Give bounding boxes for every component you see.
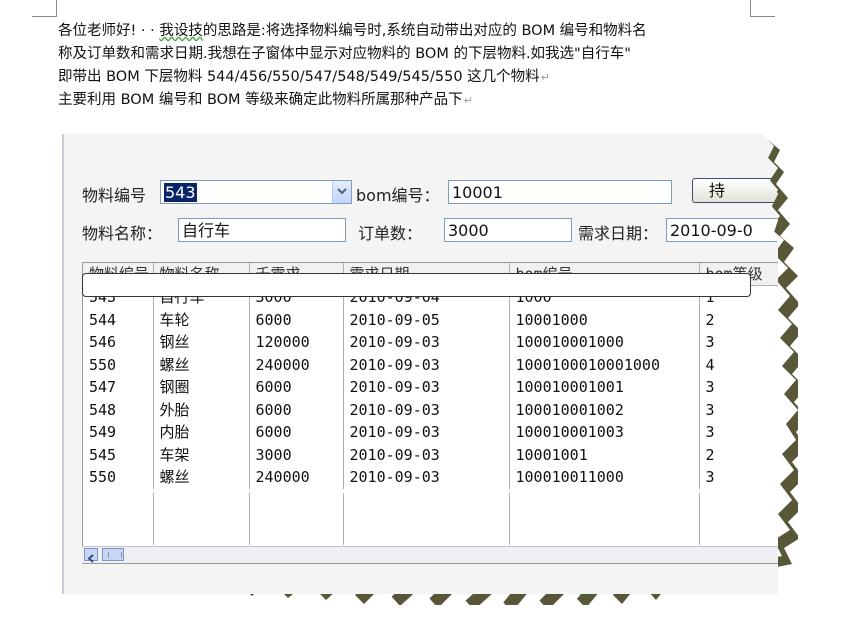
doc-line-2: 称及订单数和需求日期.我想在子窗体中显示对应物料的 BOM 的下层物料.如我选"… (58, 46, 631, 62)
cell[interactable]: 3 (699, 399, 778, 422)
due-date-field[interactable]: 2010-09-0 (666, 218, 778, 242)
cell[interactable]: 钢丝 (153, 331, 250, 354)
bom-no-field[interactable]: 10001 (448, 180, 672, 204)
cell[interactable]: 6000 (249, 376, 344, 399)
doc-text-greeting: 各位老师好! (58, 23, 137, 39)
cell[interactable]: 2 (699, 309, 778, 332)
cell[interactable]: 545 (83, 443, 154, 466)
cell[interactable]: 2010-09-03 (343, 421, 510, 444)
table-row[interactable]: 547 钢圈 6000 2010-09-03 100010001001 3 (83, 376, 778, 399)
doc-text-line1-rest: 的思路是:将选择物料编号时,系统自动带出对应的 BOM 编号和物料名 (202, 23, 647, 39)
doc-line-1: 各位老师好! · · 我设技的思路是:将选择物料编号时,系统自动带出对应的 BO… (58, 23, 647, 39)
cell[interactable]: 549 (83, 421, 154, 444)
cell[interactable]: 3 (699, 421, 778, 444)
document-body[interactable]: 各位老师好! · · 我设技的思路是:将选择物料编号时,系统自动带出对应的 BO… (58, 20, 758, 112)
cell[interactable]: 550 (83, 353, 154, 376)
cell[interactable]: 240000 (249, 466, 344, 489)
cell[interactable]: 6000 (249, 308, 344, 331)
column-divider (153, 493, 154, 545)
cell[interactable]: 100010001002 (509, 398, 700, 421)
paragraph-mark-icon: ↵ (463, 94, 473, 107)
doc-line-4: 主要利用 BOM 编号和 BOM 等级来确定此物料所属那种产品下↵ (58, 89, 758, 112)
form-window[interactable]: 物料编号 543 bom编号： 10001 持 物料名称： 自行车 订单数： 3… (62, 134, 778, 594)
material-name-field[interactable]: 自行车 (178, 218, 346, 242)
table-row[interactable]: 550 螺丝 240000 2010-09-03 1000100010001000 4 (83, 353, 778, 377)
cell[interactable]: 100010001003 (509, 421, 700, 444)
arrow-left-icon[interactable] (84, 548, 98, 563)
cell[interactable]: 547 (83, 376, 154, 399)
order-qty-field[interactable]: 3000 (444, 218, 572, 242)
table-row[interactable]: 545 车架 3000 2010-09-03 10001001 2 (83, 443, 778, 467)
column-divider (699, 493, 700, 545)
cell[interactable]: 100010011000 (509, 466, 700, 489)
column-divider (343, 493, 344, 545)
cell[interactable]: 2010-09-03 (343, 376, 510, 399)
cell[interactable]: 6000 (249, 398, 344, 421)
embedded-form-screenshot[interactable]: 物料编号 543 bom编号： 10001 持 物料名称： 自行车 订单数： 3… (58, 130, 798, 605)
scroll-thumb-icon[interactable] (102, 548, 124, 561)
material-no-label: 物料编号 (82, 186, 147, 205)
material-no-combobox[interactable]: 543 (160, 180, 352, 204)
overlay-rounded-bar (82, 273, 751, 297)
chevron-down-icon[interactable] (332, 181, 351, 203)
cell[interactable]: 内胎 (153, 421, 250, 444)
cell[interactable]: 550 (83, 466, 154, 489)
action-button[interactable]: 持 (692, 178, 778, 203)
cell[interactable]: 4 (699, 354, 778, 377)
cell[interactable]: 240000 (249, 353, 344, 376)
cell[interactable]: 2010-09-03 (343, 466, 510, 489)
cell[interactable]: 544 (83, 308, 154, 331)
cell[interactable]: 6000 (249, 421, 344, 444)
cell[interactable]: 外胎 (153, 398, 250, 421)
cell[interactable]: 546 (83, 331, 154, 354)
bom-no-label: bom编号： (356, 186, 440, 205)
cell[interactable]: 2010-09-03 (343, 353, 510, 376)
table-row[interactable]: 544 车轮 6000 2010-09-05 10001000 2 (83, 308, 778, 332)
order-qty-label: 订单数： (358, 224, 423, 243)
cell[interactable]: 3 (699, 331, 778, 354)
cell[interactable]: 2 (699, 444, 778, 467)
table-row[interactable]: 546 钢丝 120000 2010-09-03 100010001000 3 (83, 331, 778, 354)
cell[interactable]: 2010-09-05 (343, 308, 510, 331)
cell[interactable]: 钢圈 (153, 376, 250, 399)
cell[interactable]: 100010001001 (509, 376, 700, 399)
page-corner-marker-right (750, 0, 775, 17)
material-no-value: 543 (164, 183, 197, 202)
page-corner-marker-left (32, 0, 57, 17)
cell[interactable]: 车轮 (153, 308, 250, 331)
paragraph-mark-icon: ↵ (540, 71, 550, 84)
cell[interactable]: 3000 (249, 443, 344, 466)
doc-text-spellcheck: 我设技 (159, 23, 203, 39)
cell[interactable]: 10001000 (509, 308, 700, 331)
cell[interactable]: 1000100010001000 (509, 353, 700, 376)
cell[interactable]: 2010-09-03 (343, 398, 510, 421)
cell[interactable]: 2010-09-03 (343, 443, 510, 466)
cell[interactable]: 车架 (153, 443, 250, 466)
doc-text-line3: 即带出 BOM 下层物料 544/456/550/547/548/549/545… (58, 69, 540, 85)
cell[interactable]: 3 (699, 466, 778, 489)
material-name-label: 物料名称： (82, 224, 163, 243)
column-divider (249, 493, 250, 545)
cell[interactable]: 螺丝 (153, 353, 250, 376)
cell[interactable]: 100010001000 (509, 331, 700, 354)
cell[interactable]: 3 (699, 376, 778, 399)
doc-line-3: 即带出 BOM 下层物料 544/456/550/547/548/549/545… (58, 66, 758, 89)
cell[interactable]: 548 (83, 398, 154, 421)
table-row[interactable]: 548 外胎 6000 2010-09-03 100010001002 3 (83, 398, 778, 422)
column-divider (509, 493, 510, 545)
table-row[interactable]: 549 内胎 6000 2010-09-03 100010001003 3 (83, 421, 778, 444)
due-date-label: 需求日期： (578, 224, 659, 243)
table-row[interactable]: 550 螺丝 240000 2010-09-03 100010011000 3 (83, 466, 778, 489)
doc-text-line4: 主要利用 BOM 编号和 BOM 等级来确定此物料所属那种产品下 (58, 92, 463, 108)
subform-grid[interactable]: 物料编号 物料名称 千需求 需求日期 bom编号 bom等级 543自行车300… (82, 262, 778, 564)
cell[interactable]: 120000 (249, 331, 344, 354)
horizontal-scrollbar[interactable] (82, 546, 778, 563)
cell[interactable]: 10001001 (509, 443, 700, 466)
cell[interactable]: 2010-09-03 (343, 331, 510, 354)
cell[interactable]: 螺丝 (153, 466, 250, 489)
